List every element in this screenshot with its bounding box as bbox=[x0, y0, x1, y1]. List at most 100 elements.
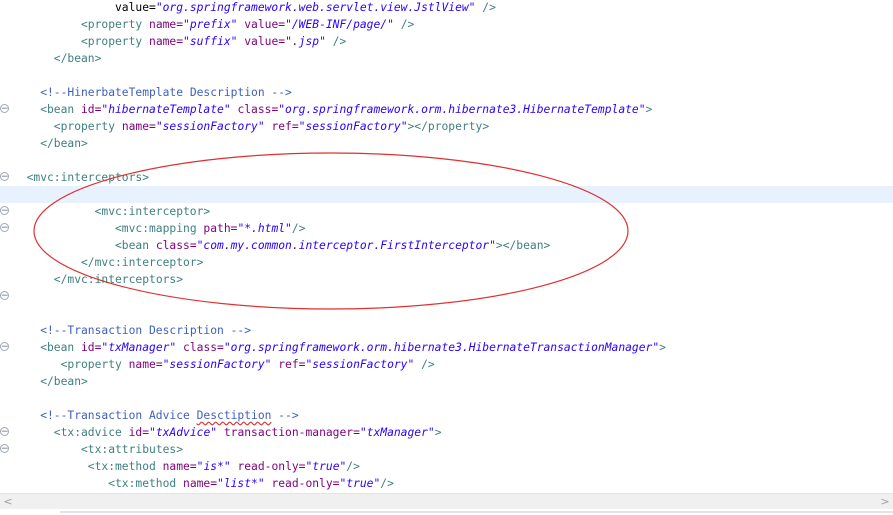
code-line[interactable] bbox=[0, 67, 893, 84]
code-token: <property bbox=[60, 358, 129, 371]
code-text: </bean> bbox=[40, 135, 88, 152]
code-token: <mvc:mapping bbox=[115, 222, 204, 235]
code-token: name= bbox=[162, 460, 197, 473]
code-line[interactable]: − <mvc:interceptor> bbox=[0, 203, 893, 220]
code-token: <!--Transaction Advice bbox=[40, 409, 197, 422]
code-token: <!--Transaction Description --> bbox=[40, 324, 252, 337]
code-token: "org.springframework.web.servlet.view.Js… bbox=[155, 1, 476, 14]
horizontal-scrollbar[interactable]: < > bbox=[0, 493, 893, 509]
code-line[interactable]: <!--HinerbateTemplate Description --> bbox=[0, 84, 893, 101]
scroll-left-arrow-icon[interactable]: < bbox=[0, 494, 16, 509]
code-line[interactable]: − <tx:advice id="txAdvice" transaction-ma… bbox=[0, 424, 893, 441]
bottom-tab-divider bbox=[60, 511, 893, 513]
code-token: <property bbox=[53, 120, 122, 133]
code-token: <mvc:interceptor> bbox=[94, 205, 211, 218]
code-line[interactable]: </bean> bbox=[0, 373, 893, 390]
code-text: </mvc:interceptor> bbox=[81, 254, 203, 271]
code-token: <bean bbox=[115, 239, 156, 252]
code-line[interactable]: </mvc:interceptors> bbox=[0, 271, 893, 288]
code-token: "list*" bbox=[217, 477, 265, 490]
code-token: /> bbox=[393, 18, 415, 31]
fold-toggle-icon[interactable]: − bbox=[0, 223, 9, 233]
code-text: <!--Transaction Description --> bbox=[40, 322, 251, 339]
code-line[interactable]: − bbox=[0, 288, 893, 305]
fold-toggle-icon[interactable]: − bbox=[0, 291, 9, 301]
code-token: "/WEB-INF/page/" bbox=[285, 18, 394, 31]
code-line[interactable]: <!--Transaction Description --> bbox=[0, 322, 893, 339]
code-line[interactable]: − <tx:attributes> bbox=[0, 441, 893, 458]
code-token: ></bean> bbox=[495, 239, 551, 252]
code-token: > bbox=[645, 103, 653, 116]
code-text: <bean id="hibernateTemplate" class="org.… bbox=[40, 101, 652, 118]
code-text: <tx:advice id="txAdvice" transaction-man… bbox=[54, 424, 442, 441]
code-token: "sessionFactory" bbox=[162, 358, 272, 371]
code-text: <!--HinerbateTemplate Description --> bbox=[40, 84, 292, 101]
code-token: ref= bbox=[264, 120, 299, 133]
code-line[interactable]: <property name="sessionFactory" ref="ses… bbox=[0, 356, 893, 373]
code-token: "org.springframework.orm.hibernate3.Hibe… bbox=[278, 103, 646, 116]
code-token: "txAdvice" bbox=[149, 426, 218, 439]
code-token: "prefix" bbox=[183, 18, 238, 31]
code-token: "is*" bbox=[196, 460, 231, 473]
code-token: <mvc:interceptors> bbox=[26, 171, 150, 184]
code-line[interactable] bbox=[0, 152, 893, 169]
code-token: value= bbox=[237, 18, 286, 31]
code-token: value= bbox=[115, 1, 156, 14]
code-token: ref= bbox=[271, 358, 306, 371]
fold-toggle-icon[interactable]: − bbox=[0, 342, 9, 352]
code-token: "true" bbox=[339, 477, 381, 490]
code-line[interactable] bbox=[0, 186, 893, 203]
fold-toggle-icon[interactable]: − bbox=[0, 444, 9, 454]
code-line[interactable]: </bean> bbox=[0, 135, 893, 152]
code-token: <property bbox=[81, 18, 150, 31]
xml-code-editor[interactable]: value="org.springframework.web.servlet.v… bbox=[0, 0, 893, 493]
code-token: </bean> bbox=[40, 375, 88, 388]
code-text: <tx:attributes> bbox=[81, 441, 183, 458]
code-text: <property name="sessionFactory" ref="ses… bbox=[61, 356, 435, 373]
code-token: </mvc:interceptor> bbox=[81, 256, 204, 269]
code-line[interactable]: </bean> bbox=[0, 50, 893, 67]
code-line[interactable]: <bean class="com.my.common.interceptor.F… bbox=[0, 237, 893, 254]
code-text: <bean id="txManager" class="org.springfr… bbox=[40, 339, 666, 356]
code-line[interactable]: − <mvc:interceptors> bbox=[0, 169, 893, 186]
code-line[interactable]: value="org.springframework.web.servlet.v… bbox=[0, 0, 893, 16]
code-token: "txManager" bbox=[359, 426, 435, 439]
fold-toggle-icon[interactable]: − bbox=[0, 206, 9, 216]
fold-toggle-icon[interactable]: − bbox=[0, 104, 9, 114]
scroll-right-arrow-icon[interactable]: > bbox=[877, 494, 893, 509]
code-line[interactable]: <tx:method name="list*" read-only="true"… bbox=[0, 475, 893, 492]
code-token: id= bbox=[81, 341, 102, 354]
code-line[interactable]: − <bean id="txManager" class="org.springf… bbox=[0, 339, 893, 356]
code-token: "sessionFactory" bbox=[298, 120, 408, 133]
code-line[interactable]: </mvc:interceptor> bbox=[0, 254, 893, 271]
code-token: > bbox=[659, 341, 666, 354]
code-line[interactable]: <!--Transaction Advice Desctiption --> bbox=[0, 407, 893, 424]
code-line[interactable] bbox=[0, 305, 893, 322]
code-text: <tx:method name="is*" read-only="true"/> bbox=[88, 458, 360, 475]
code-token: name= bbox=[121, 120, 156, 133]
fold-toggle-icon[interactable]: − bbox=[0, 427, 9, 437]
code-line[interactable]: <property name="suffix" value=".jsp" /> bbox=[0, 33, 893, 50]
code-token: --> bbox=[271, 409, 299, 422]
code-line[interactable]: <tx:method name="is*" read-only="true"/> bbox=[0, 458, 893, 475]
code-line[interactable] bbox=[0, 390, 893, 407]
fold-toggle-icon[interactable]: − bbox=[0, 172, 9, 182]
code-line[interactable]: − <bean id="hibernateTemplate" class="org… bbox=[0, 101, 893, 118]
code-line[interactable]: <property name="sessionFactory" ref="ses… bbox=[0, 118, 893, 135]
code-token: <tx:attributes> bbox=[81, 443, 184, 456]
code-line[interactable]: <property name="prefix" value="/WEB-INF/… bbox=[0, 16, 893, 33]
code-token: <bean bbox=[40, 341, 81, 354]
code-token: </bean> bbox=[53, 52, 102, 65]
code-token: "sessionFactory" bbox=[305, 358, 415, 371]
code-text: </mvc:interceptors> bbox=[54, 271, 183, 288]
code-token: ".jsp" bbox=[285, 35, 326, 48]
code-token: <tx:method bbox=[108, 477, 184, 490]
code-line[interactable]: − <mvc:mapping path="*.html"/> bbox=[0, 220, 893, 237]
code-token: read-only= bbox=[230, 460, 306, 473]
code-text: value="org.springframework.web.servlet.v… bbox=[115, 0, 496, 16]
code-token: name= bbox=[149, 35, 184, 48]
code-token: "hibernateTemplate" bbox=[101, 103, 231, 116]
code-token: /> bbox=[380, 477, 394, 490]
code-text: </bean> bbox=[54, 50, 102, 67]
code-token: ></property> bbox=[407, 120, 490, 133]
